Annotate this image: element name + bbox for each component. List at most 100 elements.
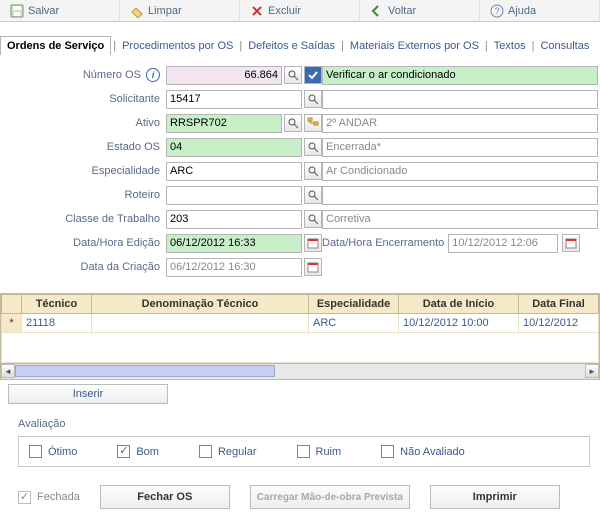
- lookup-icon[interactable]: [284, 66, 302, 84]
- solicitante-desc-input[interactable]: [322, 90, 598, 109]
- checkbox-icon: [199, 445, 212, 458]
- cell-tecnico[interactable]: 21118: [22, 314, 92, 333]
- label-especialidade: Especialidade: [0, 165, 166, 177]
- lookup-icon[interactable]: [304, 138, 322, 156]
- fechar-os-button[interactable]: Fechar OS: [100, 485, 230, 509]
- chk-otimo[interactable]: Ótimo: [29, 445, 77, 458]
- scroll-right-icon[interactable]: ►: [585, 364, 599, 378]
- scroll-left-icon[interactable]: ◄: [1, 364, 15, 378]
- chk-bom[interactable]: Bom: [117, 445, 159, 458]
- cell-final[interactable]: 10/12/2012: [519, 314, 599, 333]
- roteiro-input[interactable]: [166, 186, 302, 205]
- col-tecnico[interactable]: Técnico: [22, 295, 92, 314]
- calendar-icon[interactable]: [304, 234, 322, 252]
- solicitante-input[interactable]: [166, 90, 302, 109]
- ativo-input[interactable]: [166, 114, 282, 133]
- chk-nao-avaliado[interactable]: Não Avaliado: [381, 445, 465, 458]
- label-data-criacao: Data da Criação: [0, 261, 166, 273]
- calendar-icon[interactable]: [562, 234, 580, 252]
- delete-label: Excluir: [268, 5, 301, 17]
- tab-materiais[interactable]: Materiais Externos por OS: [346, 37, 483, 55]
- back-button[interactable]: Voltar: [360, 0, 480, 21]
- label-estado-os: Estado OS: [0, 141, 166, 153]
- lookup-icon[interactable]: [304, 90, 322, 108]
- numero-os-desc-input[interactable]: [322, 66, 598, 85]
- cell-denom[interactable]: [92, 314, 309, 333]
- label-solicitante: Solicitante: [0, 93, 166, 105]
- col-esp[interactable]: Especialidade: [309, 295, 399, 314]
- grid-corner: [2, 295, 22, 314]
- checkbox-icon: [297, 445, 310, 458]
- label-data-encerr: Data/Hora Encerramento: [322, 237, 444, 249]
- data-encerr-input: [448, 234, 558, 253]
- estado-os-desc-input: [322, 138, 598, 157]
- data-edicao-input[interactable]: [166, 234, 302, 253]
- checkbox-checked-icon: [117, 445, 130, 458]
- avaliacao-title: Avaliação: [18, 418, 590, 430]
- tab-textos[interactable]: Textos: [490, 37, 530, 55]
- form-area: Número OS i Solicitante Ativo: [0, 63, 600, 279]
- scroll-thumb[interactable]: [15, 365, 275, 377]
- save-icon: [10, 4, 24, 18]
- tab-defeitos[interactable]: Defeitos e Saídas: [244, 37, 339, 55]
- top-toolbar: Salvar Limpar Excluir Voltar ? Ajuda: [0, 0, 600, 22]
- col-inicio[interactable]: Data de Início: [399, 295, 519, 314]
- col-denom[interactable]: Denominação Técnico: [92, 295, 309, 314]
- tab-bar: Ordens de Serviço | Procedimentos por OS…: [0, 36, 600, 55]
- classe-desc-input: [322, 210, 598, 229]
- grid-hscrollbar[interactable]: ◄ ►: [0, 364, 600, 380]
- chk-regular[interactable]: Regular: [199, 445, 257, 458]
- help-button[interactable]: ? Ajuda: [480, 0, 600, 21]
- lookup-icon[interactable]: [304, 210, 322, 228]
- imprimir-button[interactable]: Imprimir: [430, 485, 560, 509]
- col-final[interactable]: Data Final: [519, 295, 599, 314]
- checkbox-icon: [381, 445, 394, 458]
- data-criacao-input: [166, 258, 302, 277]
- calendar-icon[interactable]: [304, 258, 322, 276]
- tab-procedimentos[interactable]: Procedimentos por OS: [118, 37, 237, 55]
- label-numero-os: Número OS i: [0, 68, 166, 82]
- table-row[interactable]: * 21118 ARC 10/12/2012 10:00 10/12/2012: [2, 314, 599, 333]
- help-icon: ?: [490, 4, 504, 18]
- lookup-icon[interactable]: [284, 114, 302, 132]
- lookup-icon[interactable]: [304, 186, 322, 204]
- tecnico-grid: Técnico Denominação Técnico Especialidad…: [0, 293, 600, 364]
- delete-icon: [250, 4, 264, 18]
- tab-consultas[interactable]: Consultas: [536, 37, 593, 55]
- tree-icon[interactable]: [304, 114, 322, 132]
- back-icon: [370, 4, 384, 18]
- chk-ruim[interactable]: Ruim: [297, 445, 342, 458]
- numero-os-input[interactable]: [166, 66, 282, 85]
- action-icon[interactable]: [304, 66, 322, 84]
- row-marker[interactable]: *: [2, 314, 22, 333]
- save-button[interactable]: Salvar: [0, 0, 120, 21]
- clear-label: Limpar: [148, 5, 182, 17]
- checkbox-icon: [29, 445, 42, 458]
- clear-button[interactable]: Limpar: [120, 0, 240, 21]
- svg-text:?: ?: [494, 6, 499, 16]
- clear-icon: [130, 4, 144, 18]
- avaliacao-section: Avaliação Ótimo Bom Regular Ruim Não Ava…: [18, 418, 590, 467]
- tab-ordens-servico[interactable]: Ordens de Serviço: [0, 36, 111, 55]
- bottom-bar: Fechada Fechar OS Carregar Mão-de-obra P…: [18, 485, 590, 509]
- label-roteiro: Roteiro: [0, 189, 166, 201]
- cell-esp[interactable]: ARC: [309, 314, 399, 333]
- lookup-icon[interactable]: [304, 162, 322, 180]
- ativo-desc-input: [322, 114, 598, 133]
- help-label: Ajuda: [508, 5, 536, 17]
- carregar-mao-obra-button: Carregar Mão-de-obra Prevista: [250, 485, 410, 509]
- info-icon[interactable]: i: [146, 68, 160, 82]
- checkbox-checked-icon: [18, 491, 31, 504]
- back-label: Voltar: [388, 5, 416, 17]
- delete-button[interactable]: Excluir: [240, 0, 360, 21]
- classe-input[interactable]: [166, 210, 302, 229]
- cell-inicio[interactable]: 10/12/2012 10:00: [399, 314, 519, 333]
- roteiro-desc-input[interactable]: [322, 186, 598, 205]
- especialidade-input[interactable]: [166, 162, 302, 181]
- chk-fechada: Fechada: [18, 491, 80, 504]
- label-ativo: Ativo: [0, 117, 166, 129]
- inserir-button[interactable]: Inserir: [8, 384, 168, 404]
- estado-os-input[interactable]: [166, 138, 302, 157]
- label-data-edicao: Data/Hora Edição: [0, 237, 166, 249]
- label-classe: Classe de Trabalho: [0, 213, 166, 225]
